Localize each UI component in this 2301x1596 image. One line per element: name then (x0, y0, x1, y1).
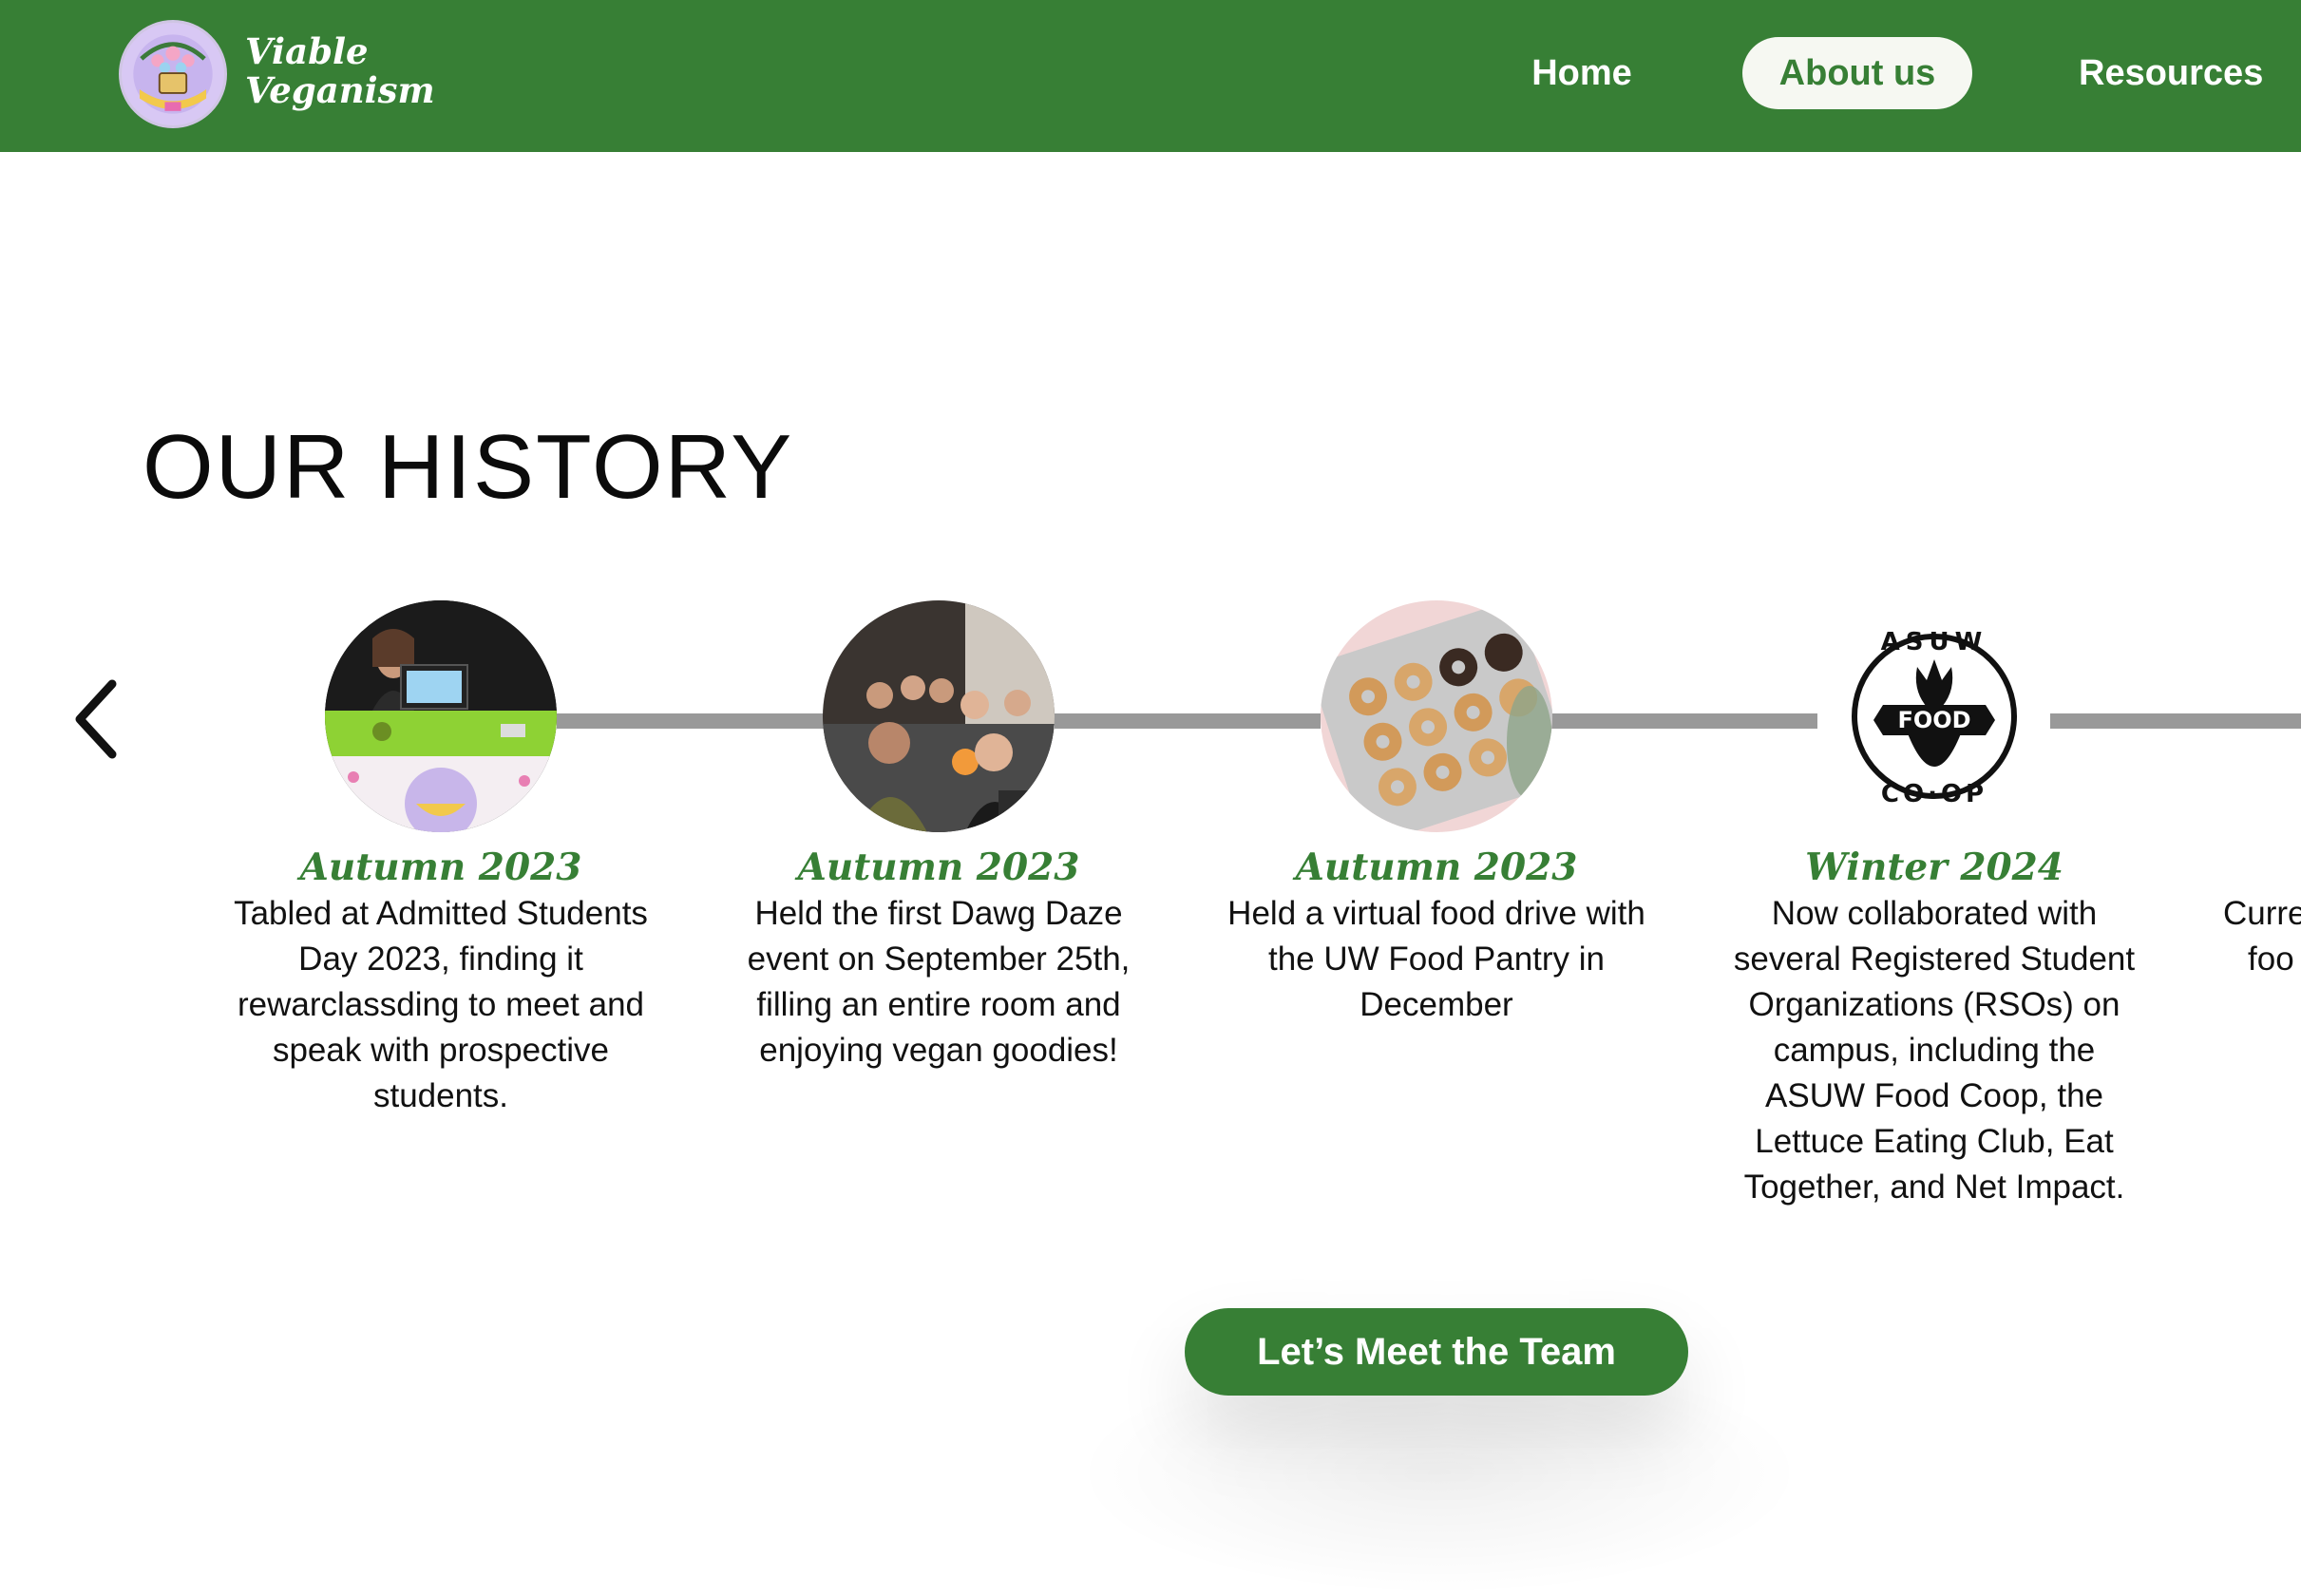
timeline-line (2050, 713, 2301, 729)
carousel-prev-arrow-icon[interactable] (68, 676, 125, 762)
top-navbar: Viable Veganism Home About us Resources (0, 0, 2301, 152)
timeline-line (1055, 713, 1321, 729)
timeline-season: Autumn 2023 (299, 846, 582, 889)
timeline-photo-tabling (325, 600, 557, 832)
timeline-season: Autumn 2023 (797, 846, 1080, 889)
coop-logo-top-text: ASUW (1881, 628, 1988, 656)
asuw-food-coop-logo: FOOD ASUW CO·OP (1818, 600, 2050, 832)
viable-veganism-logo[interactable] (119, 20, 227, 128)
meet-the-team-button[interactable]: Let’s Meet the Team (1185, 1308, 1688, 1396)
timeline-line (557, 713, 825, 729)
timeline-description: Tabled at Admitted Students Day 2023, fi… (234, 895, 648, 1114)
timeline-description: Held a virtual food drive with the UW Fo… (1227, 895, 1645, 1023)
nav-home-link[interactable]: Home (1511, 37, 1653, 109)
nav-resources-link[interactable]: Resources (2062, 37, 2301, 109)
brand-name[interactable]: Viable Veganism (245, 32, 435, 110)
nav-about-us-link[interactable]: About us (1742, 37, 1972, 109)
coop-logo-middle-text: FOOD (1897, 707, 1970, 733)
timeline-description: Held the first Dawg Daze event on Septem… (747, 895, 1131, 1069)
timeline-line (1551, 713, 1817, 729)
timeline-description-partial: Curre foo (2223, 895, 2301, 978)
timeline-description: Now collaborated with several Registered… (1733, 895, 2136, 1206)
timeline-photo-donuts (1321, 600, 1552, 832)
brand-line-1: Viable (245, 30, 369, 72)
timeline-photo-dawg-daze (823, 600, 1055, 832)
page-title: OUR HISTORY (143, 416, 794, 518)
timeline-season: Autumn 2023 (1295, 846, 1578, 889)
timeline-season: Winter 2024 (1805, 846, 2063, 889)
brand-line-2: Veganism (245, 69, 435, 111)
timeline-description: Curre foo (2223, 891, 2301, 982)
coop-logo-bottom-text: CO·OP (1881, 780, 1987, 808)
